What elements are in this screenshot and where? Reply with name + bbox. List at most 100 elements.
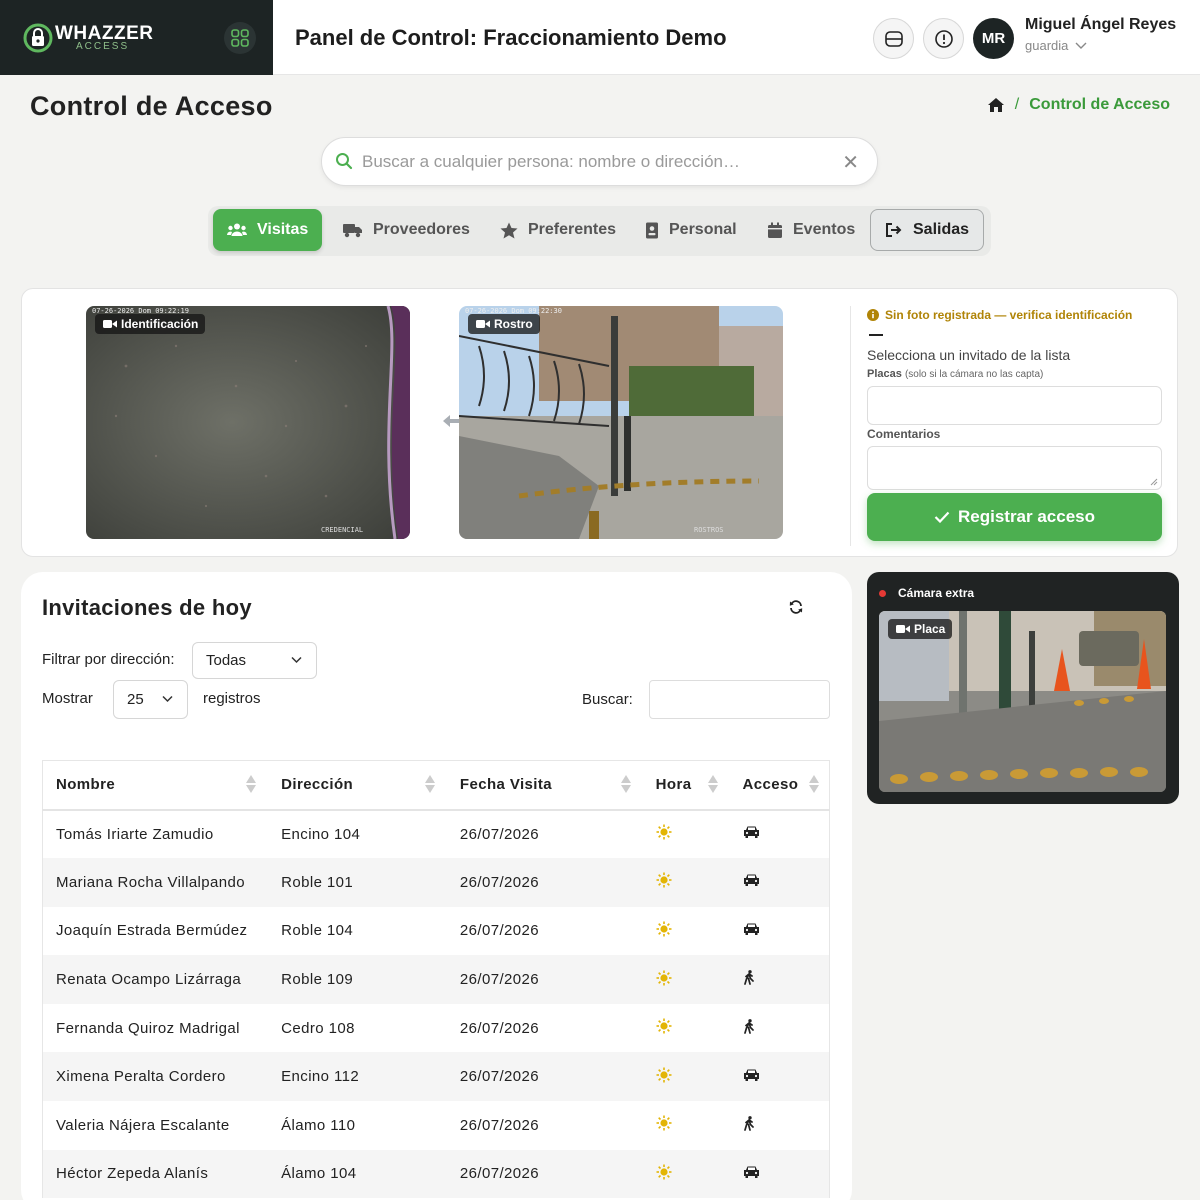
tab-label: Personal bbox=[669, 221, 737, 238]
comments-textarea[interactable] bbox=[867, 446, 1162, 490]
comments-label: Comentarios bbox=[867, 427, 941, 441]
plate-camera-feed[interactable]: Placa bbox=[879, 611, 1166, 792]
sun-icon bbox=[656, 921, 672, 937]
apps-grid-button[interactable] bbox=[224, 22, 256, 54]
cell-access bbox=[729, 906, 830, 956]
extra-camera-panel: Cámara extra Placa bbox=[867, 572, 1179, 804]
layout-toggle-button[interactable] bbox=[873, 18, 914, 59]
cell-time bbox=[642, 1003, 730, 1053]
user-avatar[interactable]: MR bbox=[973, 18, 1014, 59]
id-badge-icon bbox=[646, 222, 658, 238]
invitations-table-body: Tomás Iriarte Zamudio Encino 104 26/07/202… bbox=[42, 809, 830, 1199]
tab-personal[interactable]: Personal bbox=[631, 209, 751, 251]
column-header-direccion[interactable]: Dirección bbox=[268, 760, 447, 811]
cell-date: 26/07/2026 bbox=[446, 858, 643, 907]
cell-time bbox=[642, 955, 730, 1004]
table-search-label: Buscar: bbox=[582, 691, 633, 708]
cell-time bbox=[642, 1101, 730, 1150]
user-name[interactable]: Miguel Ángel Reyes bbox=[1025, 16, 1176, 34]
camera-label: Identificación bbox=[95, 314, 206, 334]
refresh-icon[interactable] bbox=[789, 600, 803, 614]
cell-date: 26/07/2026 bbox=[446, 1101, 643, 1150]
show-label: Mostrar bbox=[42, 690, 93, 707]
capture-panel: 07-26-2026 Dom 09:22:19 Identificación C… bbox=[21, 288, 1178, 557]
cell-address: Roble 109 bbox=[268, 955, 447, 1004]
check-icon bbox=[934, 511, 950, 523]
sort-icon bbox=[424, 775, 435, 793]
top-bar: WHAZZER ACCESS Panel de Control: Fraccio… bbox=[0, 0, 1200, 75]
user-role-dropdown[interactable]: guardia bbox=[1025, 38, 1087, 53]
table-search-input[interactable] bbox=[649, 680, 830, 719]
sun-icon bbox=[656, 872, 672, 888]
column-header-label: Dirección bbox=[281, 776, 354, 794]
column-header-label: Fecha Visita bbox=[459, 776, 552, 794]
table-row[interactable]: Valeria Nájera Escalante Álamo 110 26/07/2… bbox=[42, 1101, 830, 1150]
table-row[interactable]: Tomás Iriarte Zamudio Encino 104 26/07/202… bbox=[42, 809, 830, 859]
cell-address: Álamo 104 bbox=[268, 1149, 447, 1199]
table-row[interactable]: Mariana Rocha Villalpando Roble 101 26/07/… bbox=[42, 858, 830, 907]
sun-icon bbox=[656, 1115, 672, 1131]
camera-footer: ROSTROS bbox=[694, 526, 724, 534]
search-input[interactable] bbox=[362, 148, 832, 176]
cell-name: Ximena Peralta Cordero bbox=[42, 1052, 269, 1102]
car-icon bbox=[743, 874, 759, 887]
invitations-title: Invitaciones de hoy bbox=[42, 595, 252, 620]
tab-visitas[interactable]: Visitas bbox=[213, 209, 323, 251]
table-row[interactable]: Fernanda Quiroz Madrigal Cedro 108 26/07/2… bbox=[42, 1003, 830, 1053]
cell-date: 26/07/2026 bbox=[446, 1149, 643, 1199]
cell-date: 26/07/2026 bbox=[446, 955, 643, 1004]
plates-input[interactable] bbox=[867, 386, 1162, 425]
page-length-value: 25 bbox=[127, 691, 144, 708]
access-form: Sin foto registrada — verifica identific… bbox=[850, 306, 1162, 546]
chevron-down-icon bbox=[291, 656, 302, 663]
column-header-hora[interactable]: Hora bbox=[642, 760, 730, 811]
lock-logo-icon bbox=[23, 23, 53, 53]
sun-icon bbox=[656, 1067, 672, 1083]
table-header-row: Nombre Dirección Fecha Visita Hora Acces… bbox=[42, 760, 830, 811]
info-circle-icon bbox=[867, 309, 879, 321]
cell-address: Encino 104 bbox=[268, 809, 447, 859]
page-length-select[interactable]: 25 bbox=[113, 680, 188, 719]
cell-date: 26/07/2026 bbox=[446, 1052, 643, 1102]
cell-time bbox=[642, 906, 730, 956]
table-row[interactable]: Renata Ocampo Lizárraga Roble 109 26/07/20… bbox=[42, 955, 830, 1004]
table-row[interactable]: Joaquín Estrada Bermúdez Roble 104 26/07/2… bbox=[42, 906, 830, 956]
category-tabs: Visitas Proveedores Preferentes Personal… bbox=[208, 206, 991, 256]
column-header-fecha[interactable]: Fecha Visita bbox=[446, 760, 643, 811]
video-camera-icon bbox=[896, 625, 910, 633]
column-header-label: Hora bbox=[655, 776, 692, 794]
cell-date: 26/07/2026 bbox=[446, 906, 643, 956]
user-role-label: guardia bbox=[1025, 38, 1069, 53]
column-header-acceso[interactable]: Acceso bbox=[729, 760, 830, 811]
plates-label-text: Placas bbox=[867, 368, 902, 380]
global-search: ✕ bbox=[321, 137, 878, 186]
address-filter-select[interactable]: Todas bbox=[192, 642, 317, 679]
tab-salidas[interactable]: Salidas bbox=[870, 209, 985, 251]
register-access-button[interactable]: Registrar acceso bbox=[867, 493, 1162, 541]
identification-camera-feed[interactable]: 07-26-2026 Dom 09:22:19 Identificación C… bbox=[86, 306, 410, 539]
cell-date: 26/07/2026 bbox=[446, 1003, 643, 1053]
tab-preferentes[interactable]: Preferentes bbox=[486, 209, 630, 251]
video-camera-icon bbox=[476, 320, 490, 328]
breadcrumb: / Control de Acceso bbox=[987, 96, 1170, 114]
plates-label: Placas (solo si la cámara no las capta) bbox=[867, 368, 1043, 380]
cell-access bbox=[729, 1052, 830, 1102]
clear-search-button[interactable]: ✕ bbox=[842, 150, 859, 175]
home-icon[interactable] bbox=[987, 97, 1005, 113]
tab-proveedores[interactable]: Proveedores bbox=[329, 209, 484, 251]
tab-eventos[interactable]: Eventos bbox=[753, 209, 869, 251]
table-row[interactable]: Ximena Peralta Cordero Encino 112 26/07/20… bbox=[42, 1052, 830, 1102]
alert-circle-icon bbox=[934, 29, 953, 48]
car-icon bbox=[743, 1166, 759, 1178]
tab-label: Preferentes bbox=[528, 221, 617, 238]
cell-access bbox=[729, 1101, 830, 1150]
face-camera-feed[interactable]: 07-26-2026 Dom 09:22:30 Rostro ROSTROS bbox=[459, 306, 783, 539]
table-row[interactable]: Héctor Zepeda Alanís Álamo 104 26/07/2026 bbox=[42, 1149, 830, 1199]
alerts-button[interactable] bbox=[923, 18, 964, 59]
cell-time bbox=[642, 1052, 730, 1102]
invitations-panel: Invitaciones de hoy Filtrar por direcció… bbox=[21, 572, 852, 1200]
resize-handle-icon[interactable] bbox=[1150, 478, 1158, 486]
extra-camera-title: Cámara extra bbox=[898, 586, 975, 600]
column-header-nombre[interactable]: Nombre bbox=[42, 760, 269, 811]
app-title: Panel de Control: Fraccionamiento Demo bbox=[295, 25, 727, 50]
